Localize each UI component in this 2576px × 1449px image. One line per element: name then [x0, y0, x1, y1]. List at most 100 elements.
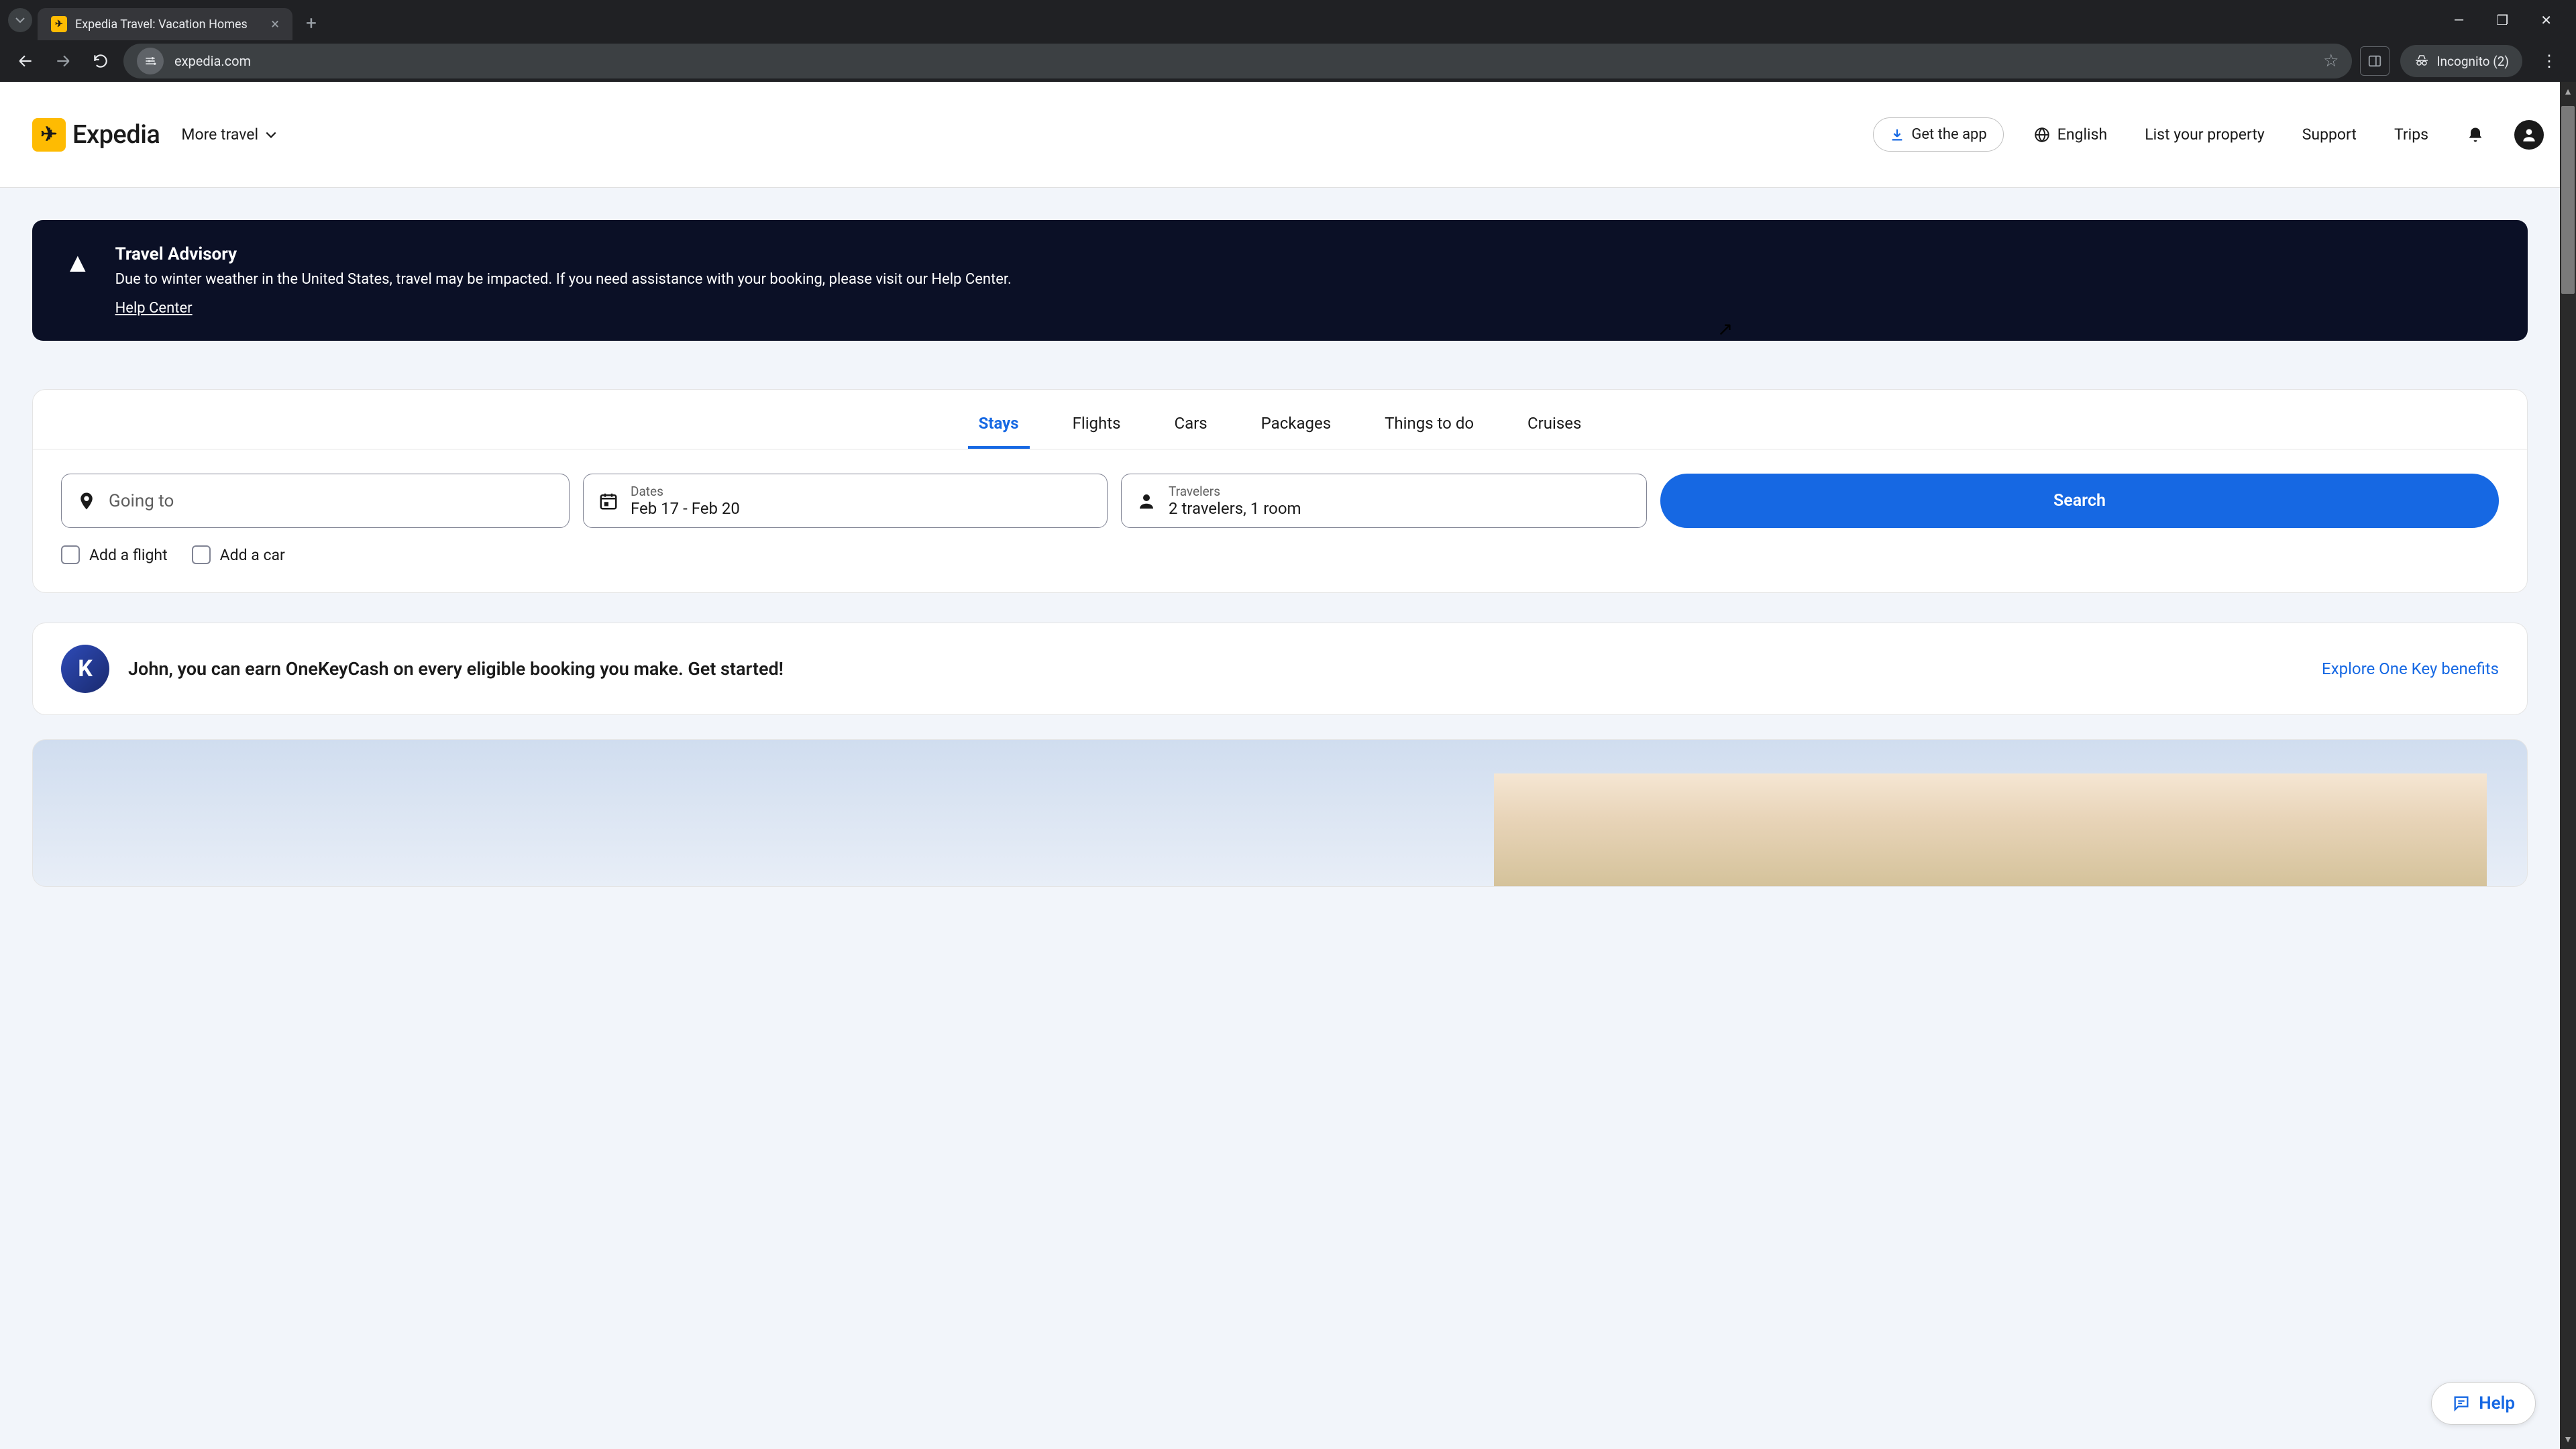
window-controls: — ❐ ✕: [2454, 12, 2568, 28]
search-fields: Going to Dates Feb 17 - Feb 20 Travelers…: [33, 449, 2527, 540]
incognito-label: Incognito (2): [2436, 54, 2509, 69]
tab-things-to-do[interactable]: Things to do: [1374, 405, 1485, 449]
tab-cruises[interactable]: Cruises: [1517, 405, 1592, 449]
logo-icon: ✈: [32, 118, 66, 152]
hero-banner[interactable]: [32, 739, 2528, 887]
reload-icon: [92, 52, 109, 70]
explore-benefits-link[interactable]: Explore One Key benefits: [2322, 659, 2499, 678]
get-app-button[interactable]: Get the app: [1873, 117, 2003, 152]
browser-tab[interactable]: ✈ Expedia Travel: Vacation Homes ×: [38, 8, 292, 40]
person-icon: [1136, 491, 1157, 511]
scrollbar-thumb[interactable]: [2561, 106, 2575, 294]
bookmark-button[interactable]: ☆: [2323, 51, 2339, 71]
vertical-scrollbar[interactable]: ▲ ▼: [2560, 82, 2576, 1449]
notifications-button[interactable]: [2458, 125, 2493, 144]
add-flight-label: Add a flight: [89, 546, 168, 564]
browser-menu-button[interactable]: ⋮: [2533, 52, 2565, 70]
panel-icon: [2367, 54, 2382, 68]
onekey-promo-card: K John, you can earn OneKeyCash on every…: [32, 623, 2528, 715]
tab-title: Expedia Travel: Vacation Homes: [75, 17, 263, 32]
tab-close-button[interactable]: ×: [271, 16, 279, 33]
main-content: ▲ Travel Advisory Due to winter weather …: [0, 188, 2560, 887]
more-travel-dropdown[interactable]: More travel: [181, 125, 277, 144]
add-flight-checkbox[interactable]: Add a flight: [61, 545, 168, 564]
get-app-label: Get the app: [1911, 126, 1986, 143]
download-icon: [1890, 127, 1904, 142]
arrow-left-icon: [17, 52, 34, 70]
tab-favicon-icon: ✈: [51, 16, 67, 32]
search-addons: Add a flight Add a car: [33, 540, 2527, 592]
add-car-checkbox[interactable]: Add a car: [192, 545, 285, 564]
globe-icon: [2033, 126, 2051, 144]
tab-flights[interactable]: Flights: [1062, 405, 1132, 449]
chat-icon: [2452, 1394, 2471, 1413]
tab-stays[interactable]: Stays: [968, 405, 1030, 449]
site-settings-button[interactable]: [137, 48, 164, 74]
tab-search-button[interactable]: [8, 8, 32, 32]
chevron-down-icon: [15, 15, 25, 25]
reload-button[interactable]: [86, 46, 115, 76]
person-icon: [2520, 126, 2538, 144]
destination-placeholder: Going to: [109, 491, 174, 511]
maximize-button[interactable]: ❐: [2496, 12, 2508, 28]
travelers-field[interactable]: Travelers 2 travelers, 1 room: [1121, 474, 1647, 528]
travelers-value: 2 travelers, 1 room: [1169, 499, 1301, 518]
help-chat-button[interactable]: Help: [2431, 1382, 2536, 1425]
warning-icon: ▲: [64, 247, 91, 278]
checkbox-icon: [192, 545, 211, 564]
trips-link[interactable]: Trips: [2386, 125, 2436, 144]
logo-text: Expedia: [72, 120, 160, 150]
close-window-button[interactable]: ✕: [2540, 12, 2552, 28]
checkbox-icon: [61, 545, 80, 564]
search-button[interactable]: Search: [1660, 474, 2499, 528]
tab-packages[interactable]: Packages: [1250, 405, 1342, 449]
onekey-badge-icon: K: [61, 645, 109, 693]
incognito-badge[interactable]: Incognito (2): [2400, 45, 2522, 77]
help-center-link[interactable]: Help Center: [115, 300, 193, 317]
expedia-logo[interactable]: ✈ Expedia: [32, 118, 160, 152]
calendar-icon: [598, 491, 619, 511]
tab-bar: ✈ Expedia Travel: Vacation Homes × + — ❐…: [0, 0, 2576, 40]
incognito-icon: [2414, 53, 2430, 69]
help-label: Help: [2479, 1393, 2515, 1413]
language-label: English: [2057, 125, 2107, 144]
arrow-right-icon: [54, 52, 72, 70]
dates-value: Feb 17 - Feb 20: [631, 499, 740, 518]
travel-advisory-banner: ▲ Travel Advisory Due to winter weather …: [32, 220, 2528, 341]
advisory-title: Travel Advisory: [115, 244, 1012, 264]
site-header: ✈ Expedia More travel Get the app Englis…: [0, 82, 2576, 188]
browser-chrome: ✈ Expedia Travel: Vacation Homes × + — ❐…: [0, 0, 2576, 82]
add-car-label: Add a car: [220, 546, 285, 564]
scroll-up-icon: ▲: [2561, 86, 2575, 97]
tab-cars[interactable]: Cars: [1163, 405, 1218, 449]
promo-text: John, you can earn OneKeyCash on every e…: [128, 658, 2303, 680]
url-text: expedia.com: [174, 53, 2312, 69]
url-bar[interactable]: expedia.com ☆: [123, 44, 2352, 78]
search-card: Stays Flights Cars Packages Things to do…: [32, 389, 2528, 593]
location-icon: [76, 491, 97, 511]
language-selector[interactable]: English: [2025, 125, 2115, 144]
minimize-button[interactable]: —: [2454, 12, 2465, 28]
list-property-link[interactable]: List your property: [2137, 125, 2273, 144]
bell-icon: [2466, 125, 2485, 144]
side-panel-button[interactable]: [2360, 46, 2390, 76]
page-content: ✈ Expedia More travel Get the app Englis…: [0, 82, 2576, 1449]
address-bar: expedia.com ☆ Incognito (2) ⋮: [0, 40, 2576, 82]
dates-label: Dates: [631, 484, 740, 499]
support-link[interactable]: Support: [2294, 125, 2365, 144]
chevron-down-icon: [265, 129, 277, 141]
account-button[interactable]: [2514, 120, 2544, 150]
back-button[interactable]: [11, 46, 40, 76]
forward-button[interactable]: [48, 46, 78, 76]
scroll-down-icon: ▼: [2561, 1434, 2575, 1445]
address-bar-right: Incognito (2) ⋮: [2360, 45, 2565, 77]
hero-image: [1494, 773, 2487, 887]
destination-field[interactable]: Going to: [61, 474, 570, 528]
more-travel-label: More travel: [181, 125, 258, 144]
dates-field[interactable]: Dates Feb 17 - Feb 20: [583, 474, 1108, 528]
product-tabs: Stays Flights Cars Packages Things to do…: [33, 390, 2527, 449]
travelers-label: Travelers: [1169, 484, 1301, 499]
tune-icon: [144, 54, 157, 68]
new-tab-button[interactable]: +: [306, 12, 317, 34]
advisory-text: Due to winter weather in the United Stat…: [115, 268, 1012, 290]
